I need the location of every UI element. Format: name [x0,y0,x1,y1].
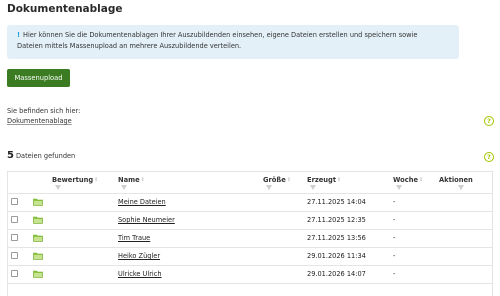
week-value: - [393,252,396,260]
row-checkbox[interactable] [11,216,18,223]
week-value: - [393,198,396,206]
folder-icon [33,270,43,278]
row-checkbox[interactable] [11,198,18,205]
file-name-link[interactable]: Ulricke Ulrich [118,270,162,278]
help-icon[interactable]: ? [484,116,494,126]
page-title: Dokumentenablage [7,3,123,15]
column-label-week: Woche [393,176,418,184]
info-text-1: Hier können Sie die Dokumentenablagen Ih… [23,31,418,39]
column-label-size: Größe [263,176,286,184]
location-label: Sie befinden sich hier: [7,107,81,115]
column-label-name: Name [118,176,140,184]
column-header-actions: Aktionen [439,176,473,184]
mass-upload-button[interactable]: Massenupload [7,69,70,87]
filter-icon[interactable] [396,185,402,190]
column-label-rating: Bewertung [52,176,94,184]
filter-icon[interactable] [121,185,127,190]
sort-icon[interactable]: ⇕ [94,177,98,183]
folder-icon [33,234,43,242]
file-name-link[interactable]: Heiko Zügler [118,252,160,260]
folder-icon [33,216,43,224]
table-row: Tim Traue 27.11.2025 13:56 - [8,230,492,248]
folder-icon [33,252,43,260]
table-row: Heiko Zügler 29.01.2026 11:34 - [8,248,492,266]
file-name-link[interactable]: Tim Traue [118,234,150,242]
filter-icon[interactable] [55,185,61,190]
row-checkbox[interactable] [11,270,18,277]
file-count-label: Dateien gefunden [15,152,76,160]
column-label-actions: Aktionen [439,176,473,184]
column-label-created: Erzeugt [307,176,337,184]
sort-icon[interactable]: ⇕ [337,177,341,183]
info-line-1: ! Hier können Sie die Dokumentenablagen I… [17,30,449,41]
folder-icon [33,198,43,206]
table-row: Meine Dateien 27.11.2025 14:04 - [8,194,492,212]
created-date: 27.11.2025 13:56 [307,234,366,242]
table-row: Ulricke Ulrich 29.01.2026 14:07 - [8,266,492,284]
row-checkbox[interactable] [11,252,18,259]
column-header-size[interactable]: Größe⇕ [263,176,291,184]
column-header-week[interactable]: Woche⇕ [393,176,423,184]
created-date: 27.11.2025 12:35 [307,216,366,224]
file-name-link[interactable]: Meine Dateien [118,198,166,206]
filter-icon[interactable] [310,185,316,190]
week-value: - [393,216,396,224]
created-date: 27.11.2025 14:04 [307,198,366,206]
file-count-number: 5 [7,150,14,161]
sort-icon[interactable]: ⇕ [287,177,291,183]
created-date: 29.01.2026 11:34 [307,252,366,260]
column-header-rating[interactable]: Bewertung⇕ [52,176,98,184]
week-value: - [393,234,396,242]
info-text-2: Dateien mittels Massenupload an mehrere … [17,42,242,50]
breadcrumb[interactable]: Dokumentenablage [7,117,72,125]
info-box: ! Hier können Sie die Dokumentenablagen I… [7,25,459,59]
sort-icon[interactable]: ⇕ [419,177,423,183]
table-row: Sophie Neumeier 27.11.2025 12:35 - [8,212,492,230]
filter-icon[interactable] [266,185,272,190]
file-name-link[interactable]: Sophie Neumeier [118,216,175,224]
sort-icon[interactable]: ⇕ [141,177,145,183]
info-icon: ! [17,31,21,39]
column-header-name[interactable]: Name⇕ [118,176,145,184]
created-date: 29.01.2026 14:07 [307,270,366,278]
table-header: Bewertung⇕ Name⇕ Größe⇕ Erzeugt⇕ Woche⇕ … [8,172,492,194]
week-value: - [393,270,396,278]
column-header-created[interactable]: Erzeugt⇕ [307,176,341,184]
file-count: 5 Dateien gefunden [7,150,75,161]
filter-icon[interactable] [458,185,464,190]
file-table: Bewertung⇕ Name⇕ Größe⇕ Erzeugt⇕ Woche⇕ … [7,171,493,296]
row-checkbox[interactable] [11,234,18,241]
table-help-icon[interactable]: ? [484,152,494,162]
